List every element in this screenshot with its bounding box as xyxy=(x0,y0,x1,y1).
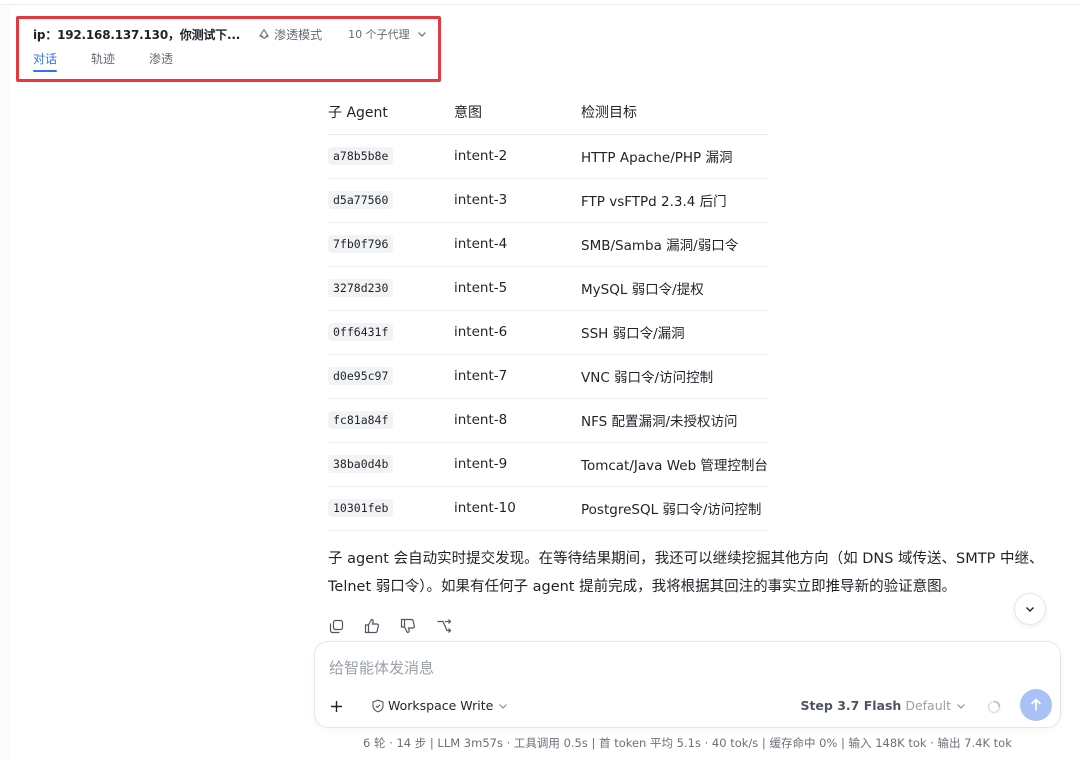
copy-icon xyxy=(329,619,343,633)
target-cell: SMB/Samba 漏洞/弱口令 xyxy=(581,222,768,267)
intent-cell: intent-7 xyxy=(454,354,581,399)
header-title-row: ip：192.168.137.130，你测试下... 渗透模式 10 个子代理 xyxy=(33,24,427,44)
branch-button[interactable] xyxy=(436,616,452,636)
message-input[interactable]: 给智能体发消息 xyxy=(329,657,434,678)
thumbs-down-icon xyxy=(400,618,415,634)
scroll-to-bottom-button[interactable] xyxy=(1014,593,1046,625)
agent-id-code: 10301feb xyxy=(328,499,394,517)
left-panel-edge xyxy=(0,5,10,760)
copy-button[interactable] xyxy=(328,616,344,636)
conversation-title[interactable]: ip：192.168.137.130，你测试下... xyxy=(33,26,240,43)
agent-id-code: 7fb0f796 xyxy=(328,235,394,253)
agent-id-code: 3278d230 xyxy=(328,279,394,297)
agent-id-code: d5a77560 xyxy=(328,191,394,209)
table-row: a78b5b8e intent-2 HTTP Apache/PHP 漏洞 xyxy=(328,134,768,179)
column-header-target: 检测目标 xyxy=(581,90,768,135)
model-name: Step 3.7 Flash xyxy=(800,698,902,713)
table-row: 3278d230 intent-5 MySQL 弱口令/提权 xyxy=(328,266,768,311)
intent-cell: intent-9 xyxy=(454,442,581,487)
subagents-label: 10 个子代理 xyxy=(348,28,410,41)
loading-spinner-icon xyxy=(986,699,1002,715)
table-row: fc81a84f intent-8 NFS 配置漏洞/未授权访问 xyxy=(328,398,768,443)
table-row: 10301feb intent-10 PostgreSQL 弱口令/访问控制 xyxy=(328,486,768,531)
chevron-down-icon xyxy=(1026,607,1034,612)
intent-cell: intent-3 xyxy=(454,178,581,223)
chevron-down-icon xyxy=(417,32,426,37)
conversation-header: ip：192.168.137.130，你测试下... 渗透模式 10 个子代理 … xyxy=(16,16,441,82)
target-cell: NFS 配置漏洞/未授权访问 xyxy=(581,398,768,443)
add-attachment-button[interactable] xyxy=(323,693,349,719)
pentest-mode-toggle[interactable]: 渗透模式 xyxy=(258,26,322,43)
subagents-dropdown[interactable]: 10 个子代理 xyxy=(348,26,427,42)
model-selector[interactable]: Step 3.7 Flash Default xyxy=(800,698,966,713)
target-cell: PostgreSQL 弱口令/访问控制 xyxy=(581,486,768,531)
shield-icon xyxy=(372,699,384,712)
table-row: d0e95c97 intent-7 VNC 弱口令/访问控制 xyxy=(328,354,768,399)
intent-cell: intent-8 xyxy=(454,398,581,443)
chevron-down-icon xyxy=(499,703,508,709)
target-cell: VNC 弱口令/访问控制 xyxy=(581,354,768,399)
tab-dialog[interactable]: 对话 xyxy=(33,49,58,72)
table-row: 0ff6431f intent-6 SSH 弱口令/漏洞 xyxy=(328,310,768,355)
agent-id-code: 0ff6431f xyxy=(328,323,394,341)
target-cell: SSH 弱口令/漏洞 xyxy=(581,310,768,355)
arrow-up-icon xyxy=(1030,698,1042,711)
column-header-intent: 意图 xyxy=(454,90,581,135)
tab-trace[interactable]: 轨迹 xyxy=(91,49,115,69)
target-cell: Tomcat/Java Web 管理控制台 xyxy=(581,442,768,487)
intent-cell: intent-4 xyxy=(454,222,581,267)
like-button[interactable] xyxy=(364,616,380,636)
session-stats: 6 轮 · 14 步 | LLM 3m57s · 工具调用 0.5s | 首 t… xyxy=(363,736,1012,750)
dislike-button[interactable] xyxy=(400,616,416,636)
intent-cell: intent-10 xyxy=(454,486,581,531)
thumbs-up-icon xyxy=(364,618,379,634)
subagent-table: 子 Agent 意图 检测目标 a78b5b8e intent-2 HTTP A… xyxy=(328,90,768,531)
agent-id-code: fc81a84f xyxy=(328,411,394,429)
table-row: 38ba0d4b intent-9 Tomcat/Java Web 管理控制台 xyxy=(328,442,768,487)
column-header-agent: 子 Agent xyxy=(328,90,454,135)
workspace-label: Workspace Write xyxy=(388,698,494,713)
table-header-row: 子 Agent 意图 检测目标 xyxy=(328,90,768,135)
model-variant: Default xyxy=(905,698,951,713)
top-divider xyxy=(0,4,1080,5)
chevron-down-icon xyxy=(957,703,965,709)
header-tabs: 对话 轨迹 渗透 xyxy=(33,49,207,72)
plus-icon xyxy=(330,700,342,712)
target-cell: HTTP Apache/PHP 漏洞 xyxy=(581,134,768,179)
mode-label: 渗透模式 xyxy=(274,27,323,42)
message-composer[interactable]: 给智能体发消息 Workspace Write Step 3.7 Flash D… xyxy=(314,641,1061,728)
intent-cell: intent-5 xyxy=(454,266,581,311)
agent-id-code: d0e95c97 xyxy=(328,367,394,385)
branch-icon xyxy=(437,619,452,633)
intent-cell: intent-2 xyxy=(454,134,581,179)
message-actions xyxy=(328,616,472,636)
recycle-icon xyxy=(259,29,270,39)
tab-pentest[interactable]: 渗透 xyxy=(149,49,173,69)
target-cell: MySQL 弱口令/提权 xyxy=(581,266,768,311)
agent-id-code: a78b5b8e xyxy=(328,147,394,165)
agent-id-code: 38ba0d4b xyxy=(328,455,394,473)
table-row: 7fb0f796 intent-4 SMB/Samba 漏洞/弱口令 xyxy=(328,222,768,267)
send-button[interactable] xyxy=(1020,689,1052,721)
table-row: d5a77560 intent-3 FTP vsFTPd 2.3.4 后门 xyxy=(328,178,768,223)
assistant-message-text: 子 agent 会自动实时提交发现。在等待结果期间，我还可以继续挖掘其他方向（如… xyxy=(328,551,1044,595)
target-cell: FTP vsFTPd 2.3.4 后门 xyxy=(581,178,768,223)
intent-cell: intent-6 xyxy=(454,310,581,355)
workspace-permission-dropdown[interactable]: Workspace Write xyxy=(371,698,508,713)
